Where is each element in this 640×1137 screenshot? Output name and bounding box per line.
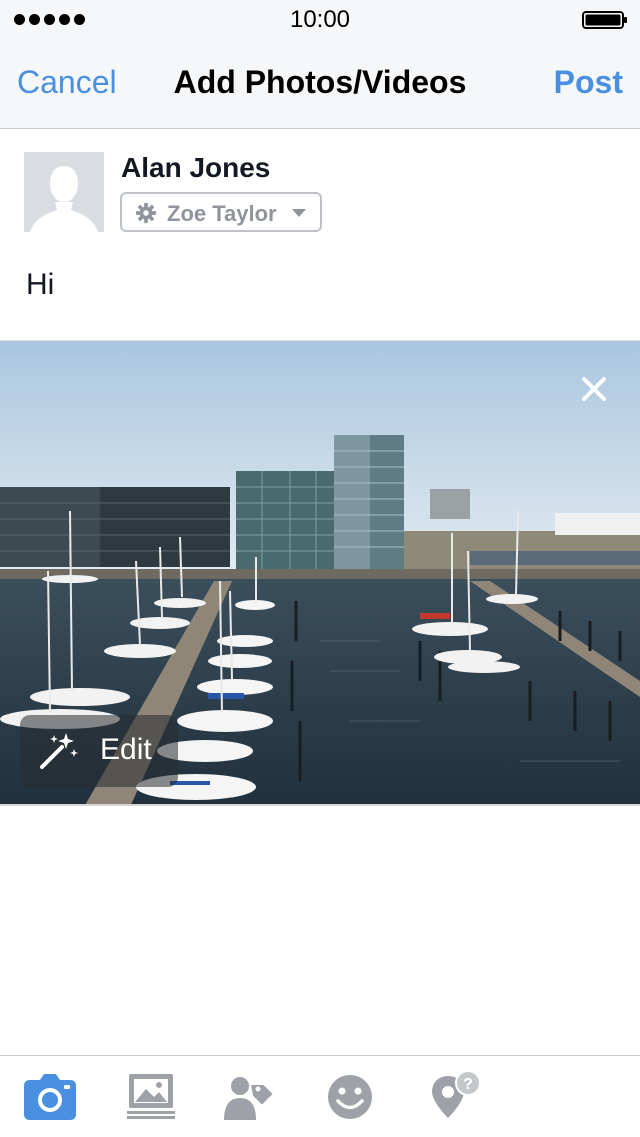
tag-people-icon[interactable] [224, 1074, 276, 1120]
composer-toolbar: ? [0, 1055, 640, 1137]
audience-selector-button[interactable]: Zoe Taylor [120, 192, 322, 232]
camera-icon[interactable] [24, 1074, 76, 1120]
edit-photo-button[interactable]: Edit [20, 715, 178, 787]
gear-icon [135, 202, 157, 224]
post-button[interactable]: Post [554, 64, 623, 101]
feeling-icon[interactable] [326, 1074, 378, 1120]
status-bar: 10:00 [0, 0, 640, 40]
user-name: Alan Jones [121, 152, 271, 183]
navigation-bar: Cancel Add Photos/Videos Post [0, 40, 640, 129]
status-text-input[interactable]: Hi [26, 268, 54, 302]
status-time: 10:00 [289, 6, 351, 33]
photo-album-icon[interactable] [126, 1074, 178, 1120]
magic-wand-icon [40, 733, 78, 769]
default-profile-icon [24, 152, 104, 232]
attached-photo[interactable]: Edit [0, 340, 640, 806]
svg-text:?: ? [463, 1076, 473, 1093]
avatar [24, 152, 104, 232]
location-icon[interactable]: ? [428, 1070, 480, 1120]
page-title: Add Photos/Videos [173, 64, 467, 100]
battery-icon [582, 11, 627, 29]
edit-label: Edit [100, 733, 152, 766]
audience-label: Zoe Taylor [167, 201, 277, 226]
chevron-down-icon [292, 209, 306, 217]
close-icon[interactable] [578, 373, 610, 405]
